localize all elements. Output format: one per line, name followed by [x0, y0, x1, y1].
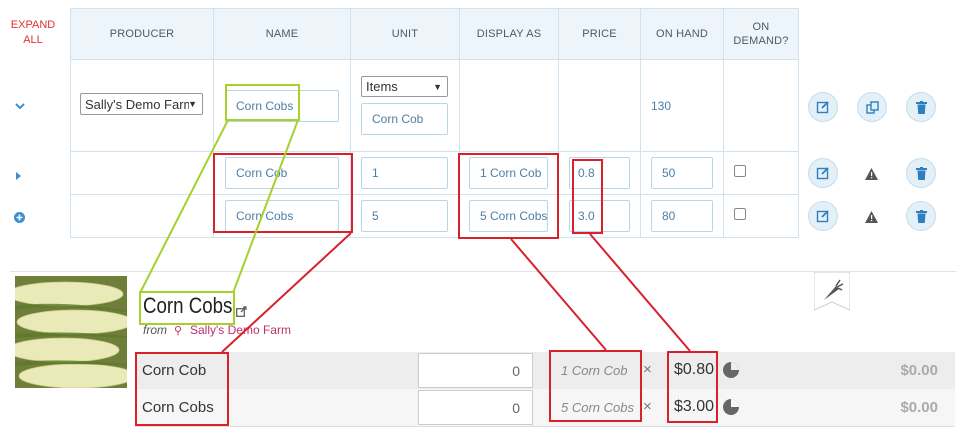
annotation-connector-lines	[139, 119, 691, 353]
